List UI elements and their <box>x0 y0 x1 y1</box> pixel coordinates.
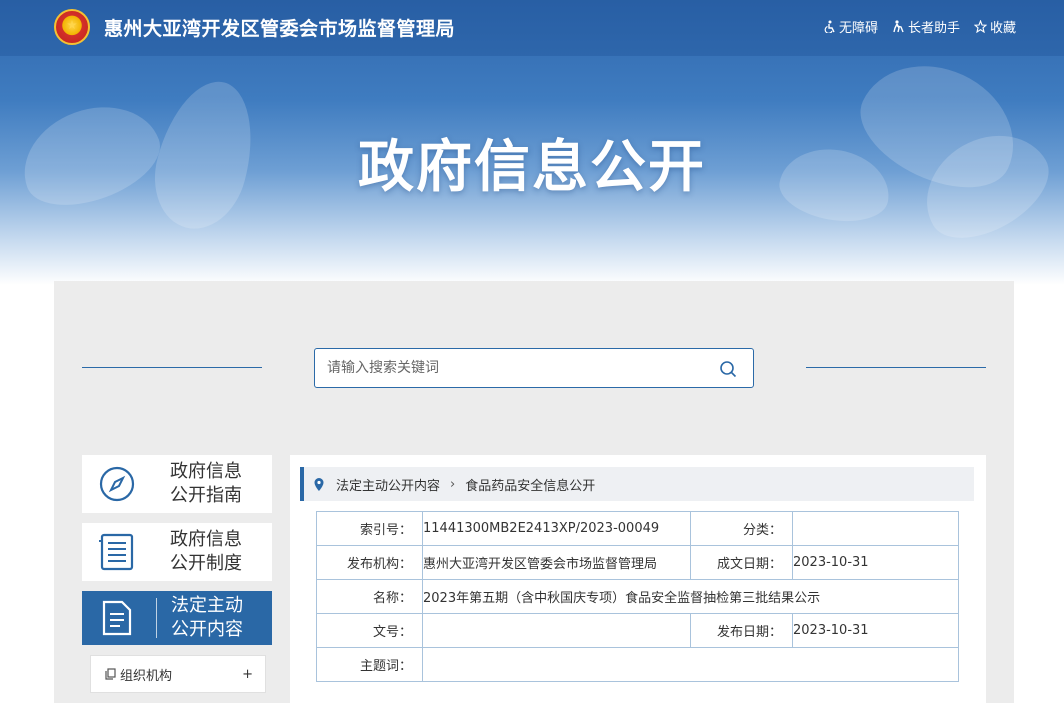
sidebar-item-disclosure-system[interactable]: 政府信息 公开制度 <box>82 523 272 581</box>
name-label: 名称： <box>316 579 423 614</box>
breadcrumb-link[interactable]: 法定主动公开内容 <box>336 475 440 494</box>
table-row: 索引号： 11441300MB2E2413XP/2023-00049 分类： <box>316 511 959 546</box>
breadcrumb-current[interactable]: 食品药品安全信息公开 <box>465 475 595 494</box>
accessibility-label: 无障碍 <box>838 21 878 36</box>
sidebar-divider <box>156 598 157 638</box>
table-row: 文号： 发布日期： 2023-10-31 <box>316 613 959 648</box>
category-label: 分类： <box>690 511 793 546</box>
sidebar-label-line: 法定主动 <box>171 595 243 616</box>
publisher-value: 惠州大亚湾开发区管委会市场监督管理局 <box>422 545 691 580</box>
sidebar-item-disclosure-guide[interactable]: 政府信息 公开指南 <box>82 455 272 513</box>
published-date-value: 2023-10-31 <box>792 613 959 648</box>
sidebar-item-label: 政府信息 公开制度 <box>170 528 250 576</box>
star-icon <box>973 20 987 33</box>
expand-icon[interactable]: + <box>242 667 253 682</box>
document-icon <box>82 600 152 636</box>
sidebar-item-statutory-disclosure[interactable]: 法定主动 公开内容 <box>82 591 272 645</box>
content-area: 法定主动公开内容 › 食品药品安全信息公开 索引号： 11441300MB2E2… <box>290 455 986 703</box>
sidebar-item-label: 法定主动 公开内容 <box>171 594 251 642</box>
sidebar-label-line: 政府信息 <box>170 461 242 482</box>
search-input[interactable] <box>315 349 705 387</box>
created-date-value: 2023-10-31 <box>792 545 959 580</box>
toolbar: 无障碍 长者助手 收藏 <box>824 17 1016 36</box>
elder-assist-button[interactable]: 长者助手 <box>892 17 960 36</box>
doc-number-label: 文号： <box>316 613 423 648</box>
keywords-value <box>422 647 959 682</box>
doc-number-value <box>422 613 691 648</box>
hero-title: 政府信息公开 <box>358 135 706 200</box>
document-meta-table: 索引号： 11441300MB2E2413XP/2023-00049 分类： 发… <box>316 511 959 682</box>
elder-assist-label: 长者助手 <box>907 21 960 36</box>
accessibility-icon <box>824 20 835 33</box>
category-value <box>792 511 959 546</box>
search-icon[interactable] <box>719 360 737 378</box>
search-divider-left <box>82 367 262 368</box>
sidebar-label-line: 政府信息 <box>170 529 242 550</box>
published-date-label: 发布日期： <box>690 613 793 648</box>
sidebar-label-line: 公开制度 <box>170 553 242 574</box>
sidebar-label-line: 公开内容 <box>171 619 243 640</box>
index-label: 索引号： <box>316 511 423 546</box>
keywords-label: 主题词： <box>316 647 423 682</box>
table-row: 名称： 2023年第五期（含中秋国庆专项）食品安全监督抽检第三批结果公示 <box>316 579 959 614</box>
publisher-label: 发布机构： <box>316 545 423 580</box>
breadcrumb-separator: › <box>450 476 456 492</box>
favorite-label: 收藏 <box>989 21 1016 36</box>
compass-icon <box>82 466 152 502</box>
table-row: 发布机构： 惠州大亚湾开发区管委会市场监督管理局 成文日期： 2023-10-3… <box>316 545 959 580</box>
name-value: 2023年第五期（含中秋国庆专项）食品安全监督抽检第三批结果公示 <box>422 579 959 614</box>
sidebar-subitem-organization[interactable]: 组织机构 + <box>90 655 266 693</box>
copy-document-icon <box>105 668 116 680</box>
subitem-label: 组织机构 <box>120 668 173 684</box>
created-date-label: 成文日期： <box>690 545 793 580</box>
search-box <box>314 348 754 388</box>
national-emblem-icon <box>54 9 90 45</box>
sidebar-label-line: 公开指南 <box>170 485 242 506</box>
table-row: 主题词： <box>316 647 959 682</box>
breadcrumb: 法定主动公开内容 › 食品药品安全信息公开 <box>300 467 974 501</box>
favorite-button[interactable]: 收藏 <box>973 17 1016 36</box>
search-divider-right <box>806 367 986 368</box>
location-pin-icon <box>314 477 324 491</box>
site-title[interactable]: 惠州大亚湾开发区管委会市场监督管理局 <box>104 14 455 41</box>
sidebar-item-label: 政府信息 公开指南 <box>170 460 250 508</box>
main-panel: 政府信息 公开指南 政府信息 公开制度 法定主动 公开内容 组织机构 + 法定主… <box>54 281 1014 703</box>
elder-assist-icon <box>893 20 904 33</box>
accessibility-button[interactable]: 无障碍 <box>824 17 878 36</box>
index-value: 11441300MB2E2413XP/2023-00049 <box>422 511 691 546</box>
list-document-icon <box>82 533 152 571</box>
header-banner: 惠州大亚湾开发区管委会市场监督管理局 无障碍 长者助手 收藏 政府信息公开 <box>0 0 1064 285</box>
